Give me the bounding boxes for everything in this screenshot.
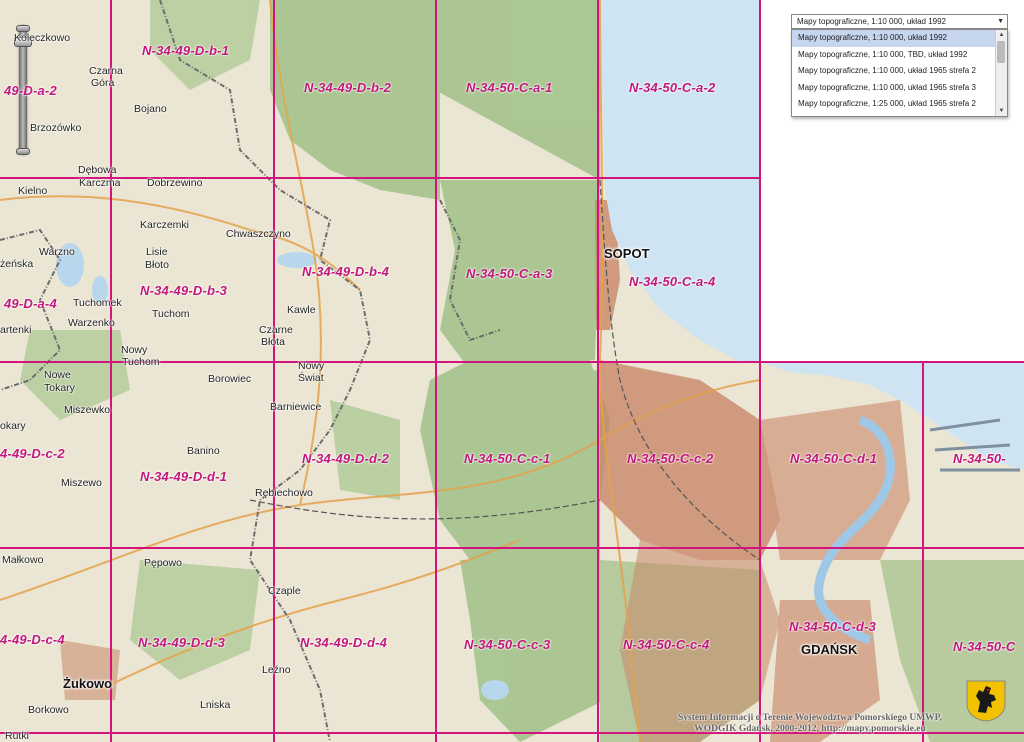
layer-select[interactable]: Mapy topograficzne, 1:10 000, układ 1992… [791, 14, 1008, 29]
layer-list-scrollbar[interactable]: ▲ ▼ [995, 30, 1007, 116]
place-label: Koleczkowo [14, 32, 71, 44]
place-label: Brzozówko [30, 122, 82, 134]
sheet-label[interactable]: N-34-49-D-b-1 [142, 43, 229, 58]
map-credit-line1: System Informacji o Terenie Województwa … [678, 713, 942, 723]
layer-select-value: Mapy topograficzne, 1:10 000, układ 1992 [797, 17, 946, 26]
place-label: Błoto [145, 259, 169, 271]
layer-option[interactable]: Mapy topograficzne, 1:10 000, układ 1965… [792, 63, 995, 80]
zoom-out-icon[interactable] [16, 148, 30, 155]
place-label: Dębowa [78, 164, 117, 176]
map-credit: System Informacji o Terenie Województwa … [660, 713, 960, 735]
place-label: Świat [298, 372, 324, 384]
place-label: Rutki [5, 730, 29, 742]
place-label: Miszewo [61, 477, 102, 489]
place-label: Pępowo [144, 557, 182, 569]
layer-option[interactable]: Mapy topograficzne, 1:10 000, układ 1992 [792, 30, 995, 47]
sheet-label[interactable]: N-34-50-C-a-2 [629, 80, 715, 95]
place-label: Czaple [268, 585, 301, 597]
sheet-label[interactable]: N-34-50- [953, 451, 1006, 466]
scroll-up-icon[interactable]: ▲ [996, 30, 1007, 40]
place-label: Chwaszczyno [226, 228, 291, 240]
city-label-zukowo: Żukowo [63, 676, 113, 691]
place-label: Warzno [39, 246, 75, 258]
sheet-label[interactable]: N-34-49-D-d-1 [140, 469, 227, 484]
sheet-label[interactable]: N-34-49-D-d-2 [302, 451, 389, 466]
sheet-label[interactable]: 4-49-D-c-4 [0, 632, 65, 647]
sheet-label[interactable]: 49-D-a-4 [4, 296, 57, 311]
place-label: Karczemki [140, 219, 190, 231]
sheet-label[interactable]: N-34-50-C-a-3 [466, 266, 552, 281]
place-label: Tokary [44, 382, 75, 394]
place-label: Borkowo [28, 704, 69, 716]
sheet-label[interactable]: 49-D-a-2 [4, 83, 57, 98]
sheet-label[interactable]: N-34-50-C-d-1 [790, 451, 877, 466]
place-label: Banino [187, 445, 220, 457]
place-label: Nowy [298, 360, 325, 372]
place-label: Leźno [262, 664, 291, 676]
city-label-gdansk: GDAŃSK [801, 642, 858, 657]
layer-option[interactable]: Mapy topograficzne, 1:10 000, TBD, układ… [792, 47, 995, 64]
place-label: Góra [91, 77, 115, 89]
sheet-label[interactable]: N-34-50-C [953, 639, 1015, 654]
sheet-label[interactable]: N-34-50-C-a-1 [466, 80, 552, 95]
place-label: Bojano [134, 103, 167, 115]
place-label: Nowe [44, 369, 71, 381]
place-label: Rębiechowo [255, 487, 313, 499]
place-label: Kielno [18, 185, 48, 197]
place-label: Tuchom [122, 356, 160, 368]
place-label: okary [0, 420, 26, 432]
sheet-label[interactable]: N-34-50-C-a-4 [629, 274, 715, 289]
sheet-label[interactable]: N-34-49-D-b-4 [302, 264, 389, 279]
place-label: Błota [261, 336, 285, 348]
place-label: Warzenko [68, 317, 115, 329]
place-label: żeńska [0, 258, 34, 270]
place-label: Nowy [121, 344, 148, 356]
layer-option[interactable]: Mapy topograficzne, 1:25 000, układ 1965… [792, 96, 995, 113]
place-label: Tuchom [152, 308, 190, 320]
place-label: Dobrzewino [147, 177, 203, 189]
place-label: artenki [0, 324, 32, 336]
scroll-down-icon[interactable]: ▼ [996, 106, 1007, 116]
place-label: Lniska [200, 699, 231, 711]
place-label: Karczma [79, 177, 121, 189]
sheet-label[interactable]: N-34-49-D-d-3 [138, 635, 225, 650]
city-label-sopot: SOPOT [604, 246, 650, 261]
place-label: Lisie [146, 246, 168, 258]
zoom-in-icon[interactable] [16, 25, 30, 32]
chevron-down-icon[interactable]: ▼ [997, 15, 1004, 28]
place-label: Tuchomek [73, 297, 122, 309]
sheet-label[interactable]: N-34-50-C-d-3 [789, 619, 876, 634]
place-label: Czarne [259, 324, 293, 336]
sheet-label[interactable]: N-34-49-D-b-3 [140, 283, 227, 298]
place-label: Barniewice [270, 401, 322, 413]
scrollbar-thumb[interactable] [997, 41, 1005, 63]
place-label: Czarna [89, 65, 123, 77]
map-credit-line2[interactable]: WODGIK Gdańsk, 2000-2012, http://mapy.po… [660, 724, 960, 735]
layer-dropdown-list[interactable]: Mapy topograficzne, 1:10 000, układ 1992… [791, 29, 1008, 117]
sheet-label[interactable]: N-34-50-C-c-4 [623, 637, 709, 652]
layer-option[interactable]: Mapy topograficzne, 1:10 000, układ 1965… [792, 80, 995, 97]
sheet-label[interactable]: 4-49-D-c-2 [0, 446, 65, 461]
griffin-coat-of-arms-icon [966, 680, 1006, 722]
place-label: Kawle [287, 304, 316, 316]
place-label: Borowiec [208, 373, 252, 385]
sheet-label[interactable]: N-34-50-C-c-2 [627, 451, 713, 466]
place-label: Miszewko [64, 404, 111, 416]
sheet-label[interactable]: N-34-49-D-b-2 [304, 80, 391, 95]
sheet-label[interactable]: N-34-49-D-d-4 [300, 635, 387, 650]
sheet-label[interactable]: N-34-50-C-c-1 [464, 451, 550, 466]
place-label: Małkowo [2, 554, 44, 566]
sheet-label[interactable]: N-34-50-C-c-3 [464, 637, 550, 652]
